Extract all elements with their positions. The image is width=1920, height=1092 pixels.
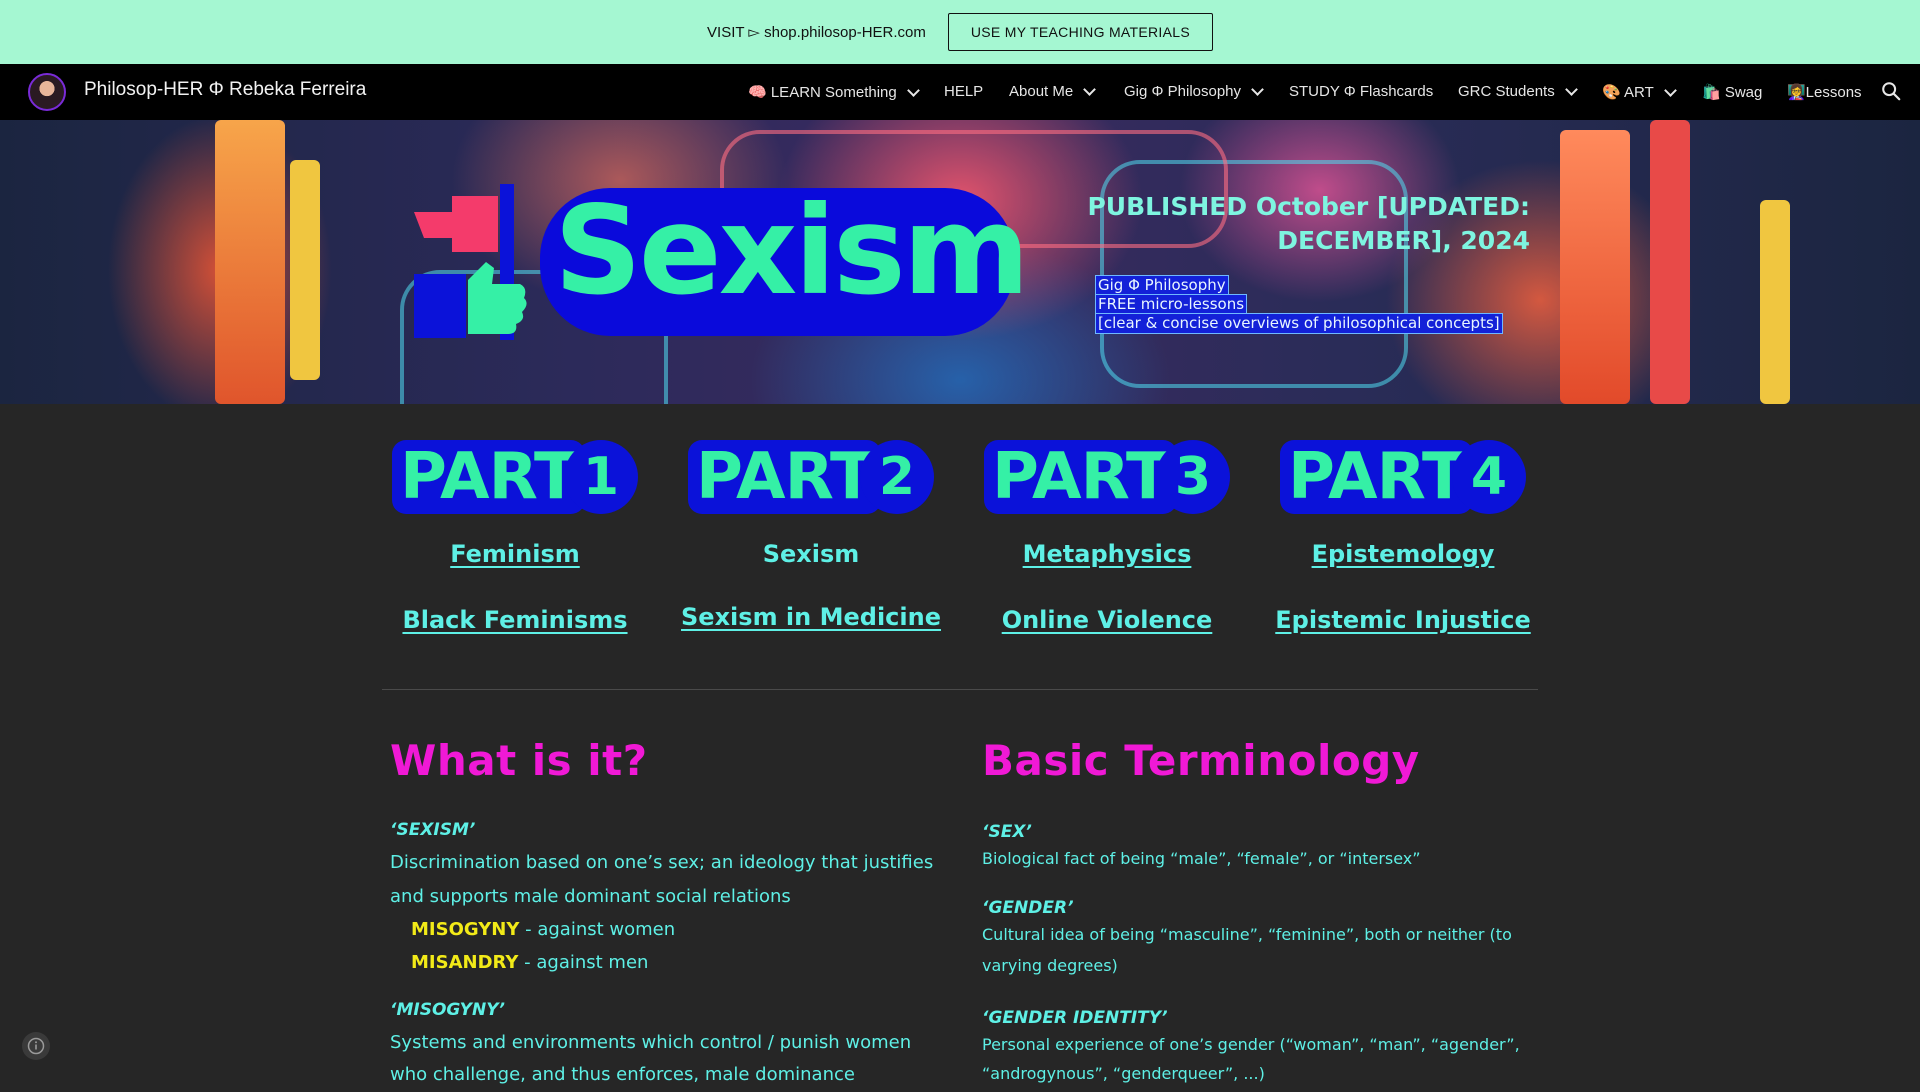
- link-online-violence[interactable]: Online Violence: [959, 606, 1255, 634]
- chevron-down-icon[interactable]: [1251, 83, 1264, 96]
- announcement-text[interactable]: VISIT ▻ shop.philosop-HER.com: [707, 23, 926, 41]
- misogyny-definition-line: Systems and environments which control /…: [390, 1032, 912, 1053]
- link-sexism-in-medicine[interactable]: Sexism in Medicine: [663, 603, 959, 631]
- current-page-sexism: Sexism: [762, 540, 860, 568]
- nav-item-help[interactable]: HELP: [944, 83, 983, 100]
- nav-label: STUDY Φ Flashcards: [1289, 83, 1434, 100]
- announcement-bar: VISIT ▻ shop.philosop-HER.com USE MY TEA…: [0, 0, 1920, 64]
- nav-item-learn[interactable]: 🧠 LEARN Something: [748, 83, 920, 101]
- link-epistemic-injustice[interactable]: Epistemic Injustice: [1255, 606, 1551, 634]
- hero-art-shape: [1760, 200, 1790, 404]
- term-sexism: ‘SEXISM’: [390, 820, 476, 840]
- nav-label: Gig Φ Philosophy: [1124, 83, 1242, 100]
- nav-item-swag[interactable]: 🛍️ Swag: [1702, 83, 1762, 101]
- site-avatar[interactable]: [28, 73, 66, 111]
- nav-label: 🛍️ Swag: [1702, 84, 1763, 101]
- chevron-down-icon[interactable]: [1083, 83, 1097, 96]
- nav-label: 🧠 LEARN Something: [748, 84, 897, 101]
- nav-label: 🎨 ART: [1602, 84, 1654, 101]
- top-navbar: Philosop-HER Φ Rebeka Ferreira 🧠 LEARN S…: [0, 64, 1920, 120]
- basic-terminology-heading: Basic Terminology: [982, 736, 1420, 785]
- part-number: 3: [1156, 440, 1230, 514]
- nav-label: HELP: [944, 83, 984, 100]
- hero-sub-line: [clear & concise overviews of philosophi…: [1095, 313, 1503, 334]
- chevron-down-icon[interactable]: [1564, 83, 1578, 96]
- part-word: PART: [688, 440, 881, 514]
- hero-art-shape: [1650, 120, 1690, 404]
- hero-banner: Sexism PUBLISHED October [UPDATED: DECEM…: [0, 120, 1920, 404]
- part-number: 2: [860, 440, 934, 514]
- site-title[interactable]: Philosop-HER Φ Rebeka Ferreira: [84, 79, 366, 101]
- nav-item-about[interactable]: About Me: [1009, 83, 1097, 100]
- gender-identity-definition-line: “androgynous”, “genderqueer”, ...): [982, 1064, 1265, 1083]
- misandry-subterm: MISANDRY - against men: [411, 952, 648, 973]
- nav-item-study-flashcards[interactable]: STUDY Φ Flashcards: [1289, 83, 1433, 100]
- hero-published-date: PUBLISHED October [UPDATED: DECEMBER], 2…: [1087, 192, 1530, 255]
- link-black-feminisms[interactable]: Black Feminisms: [367, 606, 663, 634]
- hero-sub-line: Gig Φ Philosophy: [1095, 275, 1229, 296]
- teaching-materials-button[interactable]: USE MY TEACHING MATERIALS: [947, 13, 1213, 51]
- term-gender: ‘GENDER’: [982, 898, 1074, 918]
- hero-art-shape: [215, 120, 285, 404]
- part-number: 4: [1452, 440, 1526, 514]
- link-epistemology[interactable]: Epistemology: [1255, 540, 1551, 568]
- part-word: PART: [392, 440, 585, 514]
- nav-label: 👩‍🏫Lessons: [1787, 84, 1862, 101]
- subterm-desc: - against men: [518, 952, 649, 973]
- sexism-definition-line: and supports male dominant social relati…: [390, 886, 791, 907]
- nav-item-lessons[interactable]: 👩‍🏫Lessons: [1787, 83, 1862, 101]
- misogyny-subterm: MISOGYNY - against women: [411, 919, 675, 940]
- sex-definition: Biological fact of being “male”, “female…: [982, 849, 1421, 868]
- gender-definition-line: varying degrees): [982, 956, 1118, 975]
- part-word: PART: [1280, 440, 1473, 514]
- hero-art-shape: [290, 160, 320, 380]
- info-icon: [27, 1037, 45, 1055]
- subterm-desc: - against women: [519, 919, 676, 940]
- nav-item-grc-students[interactable]: GRC Students: [1458, 83, 1578, 100]
- hero-title: Sexism: [554, 180, 1030, 322]
- nav-item-art[interactable]: 🎨 ART: [1602, 83, 1677, 101]
- section-divider: [382, 689, 1538, 690]
- misogyny-definition-line: who challenge, and thus enforces, male d…: [390, 1064, 855, 1085]
- nav-label: GRC Students: [1458, 83, 1555, 100]
- hero-sub-line: FREE micro-lessons: [1094, 294, 1248, 315]
- part-word: PART: [984, 440, 1177, 514]
- chevron-down-icon[interactable]: [906, 83, 920, 97]
- term-gender-identity: ‘GENDER IDENTITY’: [982, 1008, 1168, 1028]
- chevron-down-icon[interactable]: [1663, 83, 1677, 97]
- gender-identity-definition-line: Personal experience of one’s gender (“wo…: [982, 1035, 1520, 1054]
- link-metaphysics[interactable]: Metaphysics: [959, 540, 1255, 568]
- hero-art-shape: [1560, 130, 1630, 404]
- search-icon[interactable]: [1880, 80, 1902, 102]
- gender-definition-line: Cultural idea of being “masculine”, “fem…: [982, 925, 1512, 944]
- part-number: 1: [564, 440, 638, 514]
- hero-subtitle: Gig Φ Philosophy FREE micro-lessons [cle…: [1094, 275, 1503, 334]
- thumbs-down-up-logo-icon: [414, 184, 527, 340]
- term-misogyny: ‘MISOGYNY’: [390, 1000, 505, 1020]
- link-feminism[interactable]: Feminism: [367, 540, 663, 568]
- subterm-label: MISANDRY: [411, 952, 519, 973]
- nav-item-gig-philosophy[interactable]: Gig Φ Philosophy: [1124, 83, 1264, 100]
- subterm-label: MISOGYNY: [411, 919, 520, 940]
- site-info-button[interactable]: [22, 1032, 50, 1060]
- sexism-definition-line: Discrimination based on one’s sex; an id…: [390, 852, 934, 873]
- term-sex: ‘SEX’: [982, 822, 1032, 842]
- nav-label: About Me: [1009, 83, 1074, 100]
- what-is-it-heading: What is it?: [390, 736, 648, 785]
